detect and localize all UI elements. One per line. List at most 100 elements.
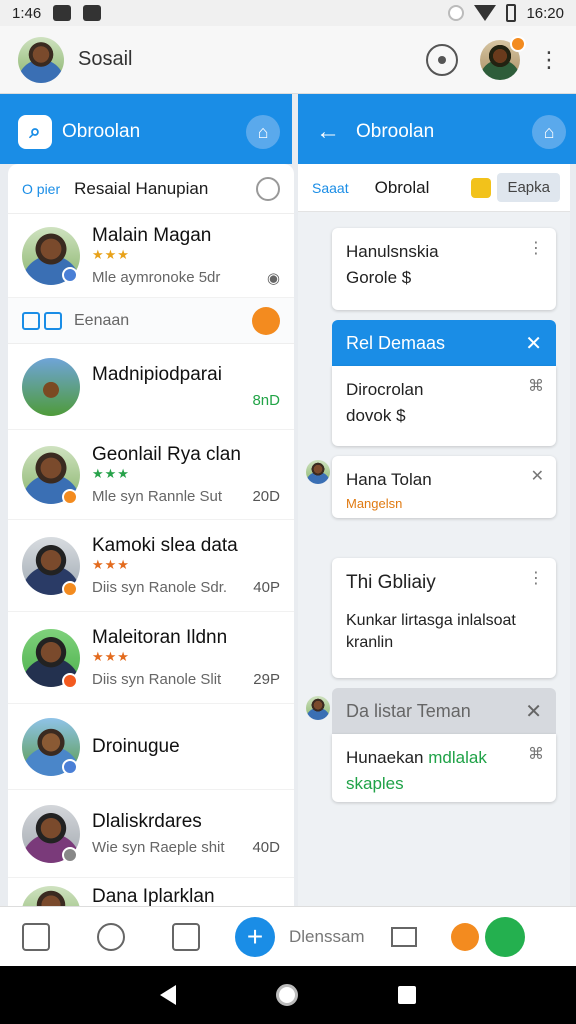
message-card[interactable]: Thi Gbliaiy Kunkar lirtasga inlalsoat kr… xyxy=(332,558,556,678)
calendar-icon[interactable] xyxy=(484,916,525,957)
rating-stars: ★★★ xyxy=(92,246,130,262)
conversation-panel: Saaat Obrolal Eapka Hanulsnskia Gorole $… xyxy=(298,164,570,906)
avatar xyxy=(306,460,330,484)
filter-tag[interactable]: O pier xyxy=(22,181,60,197)
message-card[interactable]: Hanulsnskia Gorole $ ⋮ xyxy=(332,228,556,310)
chat-time: 40D xyxy=(252,839,280,856)
section-header: Eenaan xyxy=(8,298,294,344)
status-icon xyxy=(62,847,78,863)
chat-item[interactable]: Dana Iplarklan xyxy=(8,878,294,906)
message-line: Hanulsnskia xyxy=(346,242,439,261)
chat-item[interactable]: Dlaliskrdares Wie syn Raeple shit 40D xyxy=(8,790,294,878)
chat-item[interactable]: Droinugue xyxy=(8,704,294,790)
message-line: mdlalak xyxy=(428,748,487,767)
back-arrow-icon[interactable]: ← xyxy=(316,118,340,146)
chat-name: Dana Iplarklan xyxy=(92,886,215,906)
close-icon[interactable]: ✕ xyxy=(531,466,544,486)
search-icon[interactable]: ⌕ xyxy=(18,115,52,149)
message-line: kranlin xyxy=(346,634,394,651)
chat-preview: Wie syn Raeple shit xyxy=(92,839,225,856)
section-label: Eenaan xyxy=(74,311,130,329)
chat-name: Kamoki slea data xyxy=(92,535,238,556)
chat-item[interactable]: Kamoki slea data ★★★ Diis syn Ranole Sdr… xyxy=(8,520,294,612)
pin-icon[interactable]: ⌘ xyxy=(528,744,544,764)
message-card-header: Da listar Teman ✕ xyxy=(332,688,556,734)
close-icon[interactable]: ✕ xyxy=(525,331,542,356)
pin-icon[interactable]: ⌘ xyxy=(528,376,544,396)
message-card[interactable]: Hunaekan mdlalak skaples ⌘ xyxy=(332,734,556,802)
chat-item[interactable]: Malain Magan ★★★ Mle aymronoke 5dr ◉ xyxy=(8,214,294,298)
message-line: Dirocrolan xyxy=(346,380,424,399)
user-icon[interactable]: ⌂ xyxy=(246,115,280,149)
compose-icon[interactable] xyxy=(22,922,50,951)
message-line: skaples xyxy=(346,774,404,793)
user-icon[interactable]: ⌂ xyxy=(532,115,566,149)
chat-item[interactable]: Geonlail Rya clan ★★★ Mle syn Rannle Sut… xyxy=(8,430,294,520)
rating-stars: ★★★ xyxy=(92,557,130,572)
group-icon[interactable] xyxy=(252,306,280,335)
chat-time: 8nD xyxy=(252,392,280,409)
notification-icon xyxy=(53,5,72,21)
tab-saaat[interactable]: Saaat xyxy=(312,180,349,196)
chat-preview xyxy=(92,392,244,409)
home-icon[interactable] xyxy=(276,984,298,1006)
tab-obrolal[interactable]: Obrolal xyxy=(375,178,472,198)
tab-eapka[interactable]: Eapka xyxy=(497,173,560,202)
close-icon[interactable]: ✕ xyxy=(525,699,542,724)
chat-name: Geonlail Rya clan xyxy=(92,444,241,465)
message-line: Thi Gbliaiy xyxy=(346,572,436,593)
app-avatar[interactable] xyxy=(18,36,64,83)
alarm-icon xyxy=(448,5,465,21)
message-card[interactable]: Dirocrolan dovok $ ⌘ xyxy=(332,366,556,446)
avatar xyxy=(306,696,330,720)
bottom-nav: + Dlenssam xyxy=(0,906,576,966)
avatar xyxy=(22,886,80,906)
chat-item[interactable]: Madnipiodparai 8nD xyxy=(8,344,294,430)
group-icon[interactable] xyxy=(450,922,479,951)
recent-apps-icon[interactable] xyxy=(398,986,416,1004)
more-options-icon[interactable]: ⋮ xyxy=(528,568,544,588)
chat-icon[interactable] xyxy=(172,922,200,951)
mail-icon[interactable] xyxy=(390,926,417,947)
status-icon xyxy=(62,673,78,689)
rating-stars: ★★★ xyxy=(92,649,130,664)
app-title: Sosail xyxy=(78,48,133,70)
filter-row[interactable]: O pier Resaial Hanupian xyxy=(8,164,294,214)
back-icon[interactable] xyxy=(160,985,176,1005)
message-line: Hana Tolan xyxy=(346,470,432,489)
chat-time: 40P xyxy=(253,579,280,596)
notification-icon xyxy=(83,5,102,21)
chat-time: 29P xyxy=(253,671,280,688)
right-panel-header: ← Obroolan ⌂ xyxy=(316,104,566,160)
message-line: Kunkar lirtasga inlalsoat xyxy=(346,612,516,629)
more-options-icon[interactable]: ⋮ xyxy=(528,238,544,258)
left-panel-header: ⌕ Obroolan ⌂ xyxy=(18,104,280,160)
status-time-left: 1:46 xyxy=(12,4,42,22)
chat-icon xyxy=(44,311,62,330)
chat-name: Droinugue xyxy=(92,735,180,757)
settings-icon[interactable] xyxy=(256,176,280,201)
status-icon xyxy=(62,581,78,597)
card-header-title: Rel Demaas xyxy=(346,332,446,353)
nav-label[interactable]: Dlenssam xyxy=(289,927,365,947)
wifi-icon xyxy=(474,5,497,21)
eye-icon: ◉ xyxy=(266,269,280,287)
more-options-icon[interactable]: ⋮ xyxy=(538,48,560,71)
message-line: dovok $ xyxy=(346,406,406,425)
profile-avatar[interactable] xyxy=(480,35,526,80)
chat-name: Dlaliskrdares xyxy=(92,811,202,832)
camera-icon[interactable] xyxy=(426,43,458,76)
filter-title: Resaial Hanupian xyxy=(74,178,209,198)
status-icon xyxy=(62,759,78,775)
status-icon xyxy=(62,267,78,283)
app-bar: Sosail ⋮ xyxy=(0,26,576,94)
add-button[interactable]: + xyxy=(235,916,275,957)
card-header-title: Da listar Teman xyxy=(346,700,471,721)
chat-item[interactable]: Maleitoran Ildnn ★★★ Diis syn Ranole Sli… xyxy=(8,612,294,704)
settings-icon[interactable] xyxy=(97,922,125,951)
avatar xyxy=(22,357,80,416)
right-panel-title: Obroolan xyxy=(356,121,435,142)
tab-row: Saaat Obrolal Eapka xyxy=(298,164,570,212)
message-card[interactable]: Hana Tolan Mangelsn ✕ xyxy=(332,456,556,518)
chat-name: Madnipiodparai xyxy=(92,364,222,385)
